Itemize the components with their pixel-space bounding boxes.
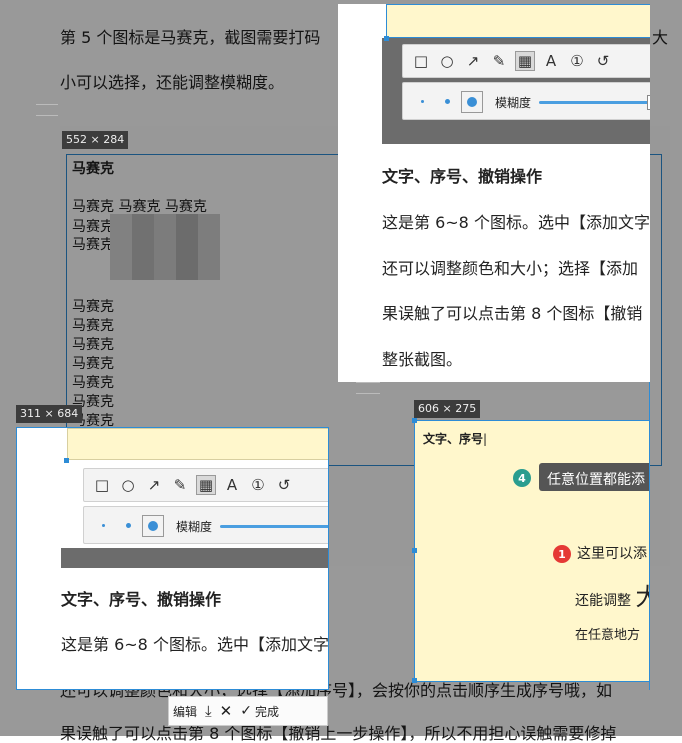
close-button[interactable]: ✕ (216, 697, 237, 725)
blur-slider-track (220, 525, 328, 528)
selection-handle[interactable] (412, 678, 417, 683)
pencil-icon: ✎ (492, 52, 506, 70)
left-selection-region[interactable]: □ ○ ↗ ✎ ▦ A ① ↺ 模糊度 文字、序号、撤销操作 这是第 6~8 个… (16, 427, 329, 690)
mosaic-icon: ▦ (196, 475, 216, 495)
undo-icon: ↺ (596, 52, 610, 70)
circle-icon: ○ (440, 52, 454, 70)
selection-handle[interactable] (384, 36, 389, 41)
demo-line-2-text: 还能调整 (575, 593, 631, 609)
blur-slider-track (539, 101, 650, 104)
pencil-icon: ✎ (173, 476, 187, 494)
blur-label: 模糊度 (495, 96, 532, 110)
edit-button[interactable]: 编辑 (169, 697, 201, 725)
number-badge: 1 (553, 545, 571, 563)
tooltip-bubble: 任意位置都能添 (539, 463, 649, 491)
demo-line-3: 在任意地方 (575, 628, 641, 643)
section-para-1: 这是第 6~8 个图标。选中【添加文字 (382, 213, 650, 232)
tooltip-text: 任意位置都能添 (547, 472, 645, 488)
demo-capture-title-text: 文字、序号 (423, 432, 484, 446)
selection-handle[interactable] (412, 548, 417, 553)
done-button[interactable]: ✓ 完成 (236, 697, 283, 725)
rectangle-icon: □ (94, 476, 110, 494)
demo-capture-title: 文字、序号| (423, 432, 488, 446)
thumb-blur-panel: 模糊度 (83, 506, 329, 544)
thumb-blur-panel: 模糊度 (402, 82, 650, 120)
undo-icon: ↺ (277, 476, 291, 494)
check-icon: ✓ (240, 703, 252, 719)
close-icon: ✕ (219, 702, 233, 720)
number-icon: ① (251, 476, 265, 494)
demo-capture-image: 文字、序号| 4 任意位置都能添 1 这里可以添 还能调整 大 在任意地方 (414, 420, 650, 682)
blur-size-small-icon (102, 524, 105, 527)
selection-size-label: 552 × 284 (62, 131, 129, 149)
blur-size-medium-icon (126, 523, 131, 528)
number-badge: 4 (513, 469, 531, 487)
section-para-3: 果误触了可以点击第 8 个图标【撤销 (382, 304, 643, 323)
rectangle-icon: □ (413, 52, 429, 70)
selection-handle[interactable] (412, 418, 417, 423)
selection-size-label: 606 × 275 (414, 400, 481, 418)
section-heading: 文字、序号、撤销操作 (382, 167, 543, 186)
yellow-bar (386, 4, 650, 38)
demo-line-2-big: 大 (635, 583, 649, 611)
capture-action-bar: 编辑 ⤓ ✕ ✓ 完成 (168, 696, 328, 726)
download-button[interactable]: ⤓ (201, 697, 216, 725)
text-icon: A (545, 52, 557, 70)
section-para-2: 还可以调整颜色和大小；选择【添加 (382, 259, 639, 278)
blur-size-large-icon (142, 515, 164, 537)
done-button-label: 完成 (254, 704, 279, 719)
right-capture-top: □ ○ ↗ ✎ ▦ A ① ↺ 模糊度 文字、序号、撤销操作 这是第 6~8 个… (338, 4, 650, 382)
selection-handle[interactable] (64, 458, 69, 463)
left-section-para: 这是第 6~8 个图标。选中【添加文字 (61, 635, 329, 654)
demo-line-2: 还能调整 大 (575, 583, 649, 611)
number-icon: ① (570, 52, 584, 70)
selection-size-label: 311 × 684 (16, 405, 83, 423)
circle-icon: ○ (121, 476, 135, 494)
thumb-toolbar: □ ○ ↗ ✎ ▦ A ① ↺ (83, 468, 328, 502)
arrow-icon: ↗ (466, 52, 480, 70)
thumb-shadow (61, 548, 328, 568)
mosaic-icon: ▦ (515, 51, 535, 71)
page-guide (36, 104, 58, 116)
blur-size-small-icon (421, 100, 424, 103)
download-icon: ⤓ (205, 702, 212, 720)
edit-button-label: 编辑 (173, 704, 198, 719)
yellow-bar (67, 428, 328, 460)
blur-label: 模糊度 (176, 520, 213, 534)
demo-line-1: 这里可以添 (577, 546, 647, 562)
blur-slider-knob (647, 95, 650, 110)
blur-size-medium-icon (445, 99, 450, 104)
section-para-4: 整张截图。 (382, 350, 463, 369)
blur-size-large-icon (461, 91, 483, 113)
left-section-heading: 文字、序号、撤销操作 (61, 590, 222, 609)
thumb-toolbar: □ ○ ↗ ✎ ▦ A ① ↺ (402, 44, 650, 78)
blur-slider-knob (328, 519, 329, 534)
arrow-icon: ↗ (147, 476, 161, 494)
text-icon: A (226, 476, 238, 494)
